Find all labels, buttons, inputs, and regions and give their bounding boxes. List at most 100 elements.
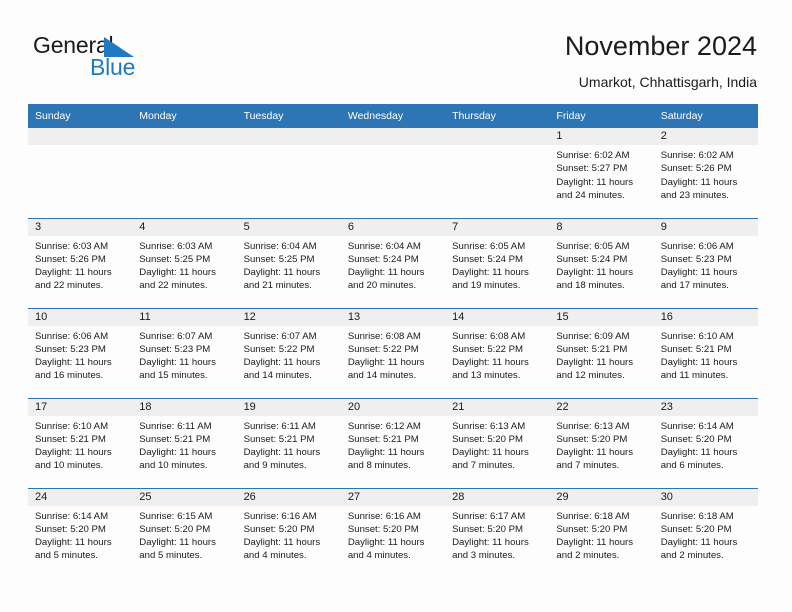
calendar-day-cell[interactable]: 8 Sunrise: 6:05 AM Sunset: 5:24 PM Daylight…	[549, 217, 654, 308]
daylight-text: Daylight: 11 hours and 10 minutes.	[139, 447, 216, 472]
calendar-day-cell[interactable]: 13 Sunrise: 6:08 AM Sunset: 5:22 PM Dayligh…	[340, 307, 446, 398]
day-number	[28, 128, 133, 145]
calendar-day-cell-empty	[340, 128, 446, 218]
sunset-text: Sunset: 5:20 PM	[660, 433, 732, 445]
day-number	[132, 128, 237, 145]
sunset-text: Sunset: 5:21 PM	[347, 433, 419, 445]
calendar-day-cell[interactable]: 29 Sunrise: 6:18 AM Sunset: 5:20 PM Dayligh…	[549, 487, 654, 578]
sunrise-text: Sunrise: 6:14 AM	[35, 510, 109, 522]
weekday-header-saturday: Saturday	[653, 104, 758, 128]
title-block: November 2024 Umarkot, Chhattisgarh, Ind…	[565, 30, 757, 92]
day-details: Sunrise: 6:10 AM Sunset: 5:21 PM Daylight:…	[28, 416, 132, 473]
calendar-day-cell[interactable]: 22 Sunrise: 6:13 AM Sunset: 5:20 PM Dayligh…	[549, 397, 654, 488]
sunrise-text: Sunrise: 6:03 AM	[35, 240, 109, 252]
brand-name-blue: Blue	[90, 54, 136, 80]
day-details: Sunrise: 6:16 AM Sunset: 5:20 PM Daylight:…	[341, 506, 445, 563]
sunset-text: Sunset: 5:22 PM	[347, 343, 419, 355]
weekday-header-friday: Friday	[549, 104, 654, 128]
calendar-day-cell[interactable]: 20 Sunrise: 6:12 AM Sunset: 5:21 PM Dayligh…	[340, 397, 446, 488]
sunset-text: Sunset: 5:27 PM	[556, 163, 628, 175]
calendar-day-cell[interactable]: 12 Sunrise: 6:07 AM Sunset: 5:22 PM Dayligh…	[236, 307, 341, 398]
day-details: Sunrise: 6:08 AM Sunset: 5:22 PM Daylight:…	[445, 326, 549, 383]
day-details: Sunrise: 6:18 AM Sunset: 5:20 PM Daylight:…	[654, 506, 758, 563]
sunset-text: Sunset: 5:22 PM	[452, 343, 524, 355]
calendar-day-cell[interactable]: 2 Sunrise: 6:02 AM Sunset: 5:26 PM Daylight…	[653, 128, 758, 218]
calendar-day-cell[interactable]: 4 Sunrise: 6:03 AM Sunset: 5:25 PM Daylight…	[132, 217, 237, 308]
weekday-header-sunday: Sunday	[28, 104, 133, 128]
daylight-text: Daylight: 11 hours and 19 minutes.	[452, 267, 529, 292]
calendar-day-cell[interactable]: 21 Sunrise: 6:13 AM Sunset: 5:20 PM Dayligh…	[445, 397, 550, 488]
sunset-text: Sunset: 5:20 PM	[347, 523, 419, 535]
calendar-day-cell[interactable]: 1 Sunrise: 6:02 AM Sunset: 5:27 PM Daylight…	[549, 128, 654, 218]
sunrise-text: Sunrise: 6:02 AM	[556, 150, 630, 161]
calendar-day-cell[interactable]: 30 Sunrise: 6:18 AM Sunset: 5:20 PM Dayligh…	[653, 487, 758, 578]
calendar-day-cell[interactable]: 25 Sunrise: 6:15 AM Sunset: 5:20 PM Dayligh…	[132, 487, 237, 578]
calendar-day-cell[interactable]: 14 Sunrise: 6:08 AM Sunset: 5:22 PM Dayligh…	[445, 307, 550, 398]
day-number: 29	[549, 488, 654, 506]
day-number: 2	[653, 128, 758, 145]
calendar-week-row: 24 Sunrise: 6:14 AM Sunset: 5:20 PM Dayligh…	[28, 487, 758, 578]
calendar-day-cell[interactable]: 23 Sunrise: 6:14 AM Sunset: 5:20 PM Dayligh…	[653, 397, 758, 488]
day-details: Sunrise: 6:18 AM Sunset: 5:20 PM Daylight:…	[549, 506, 653, 563]
calendar-day-cell[interactable]: 18 Sunrise: 6:11 AM Sunset: 5:21 PM Dayligh…	[132, 397, 237, 488]
daylight-text: Daylight: 11 hours and 7 minutes.	[556, 447, 634, 472]
sunset-text: Sunset: 5:20 PM	[243, 523, 315, 535]
calendar-day-cell[interactable]: 10 Sunrise: 6:06 AM Sunset: 5:23 PM Dayligh…	[28, 307, 133, 398]
sunrise-text: Sunrise: 6:07 AM	[243, 330, 317, 342]
calendar-day-cell[interactable]: 24 Sunrise: 6:14 AM Sunset: 5:20 PM Dayligh…	[28, 487, 133, 578]
day-details: Sunrise: 6:06 AM Sunset: 5:23 PM Daylight:…	[28, 326, 132, 383]
sunrise-text: Sunrise: 6:03 AM	[139, 240, 213, 252]
sunset-text: Sunset: 5:20 PM	[660, 523, 732, 535]
day-details: Sunrise: 6:04 AM Sunset: 5:25 PM Daylight:…	[237, 236, 341, 293]
daylight-text: Daylight: 11 hours and 23 minutes.	[660, 176, 738, 201]
calendar-day-cell[interactable]: 5 Sunrise: 6:04 AM Sunset: 5:25 PM Daylight…	[236, 217, 341, 308]
daylight-text: Daylight: 11 hours and 18 minutes.	[556, 267, 634, 292]
sunrise-text: Sunrise: 6:04 AM	[347, 240, 421, 252]
sunset-text: Sunset: 5:24 PM	[452, 253, 524, 265]
sunrise-text: Sunrise: 6:16 AM	[347, 510, 421, 522]
day-number: 16	[653, 308, 758, 326]
sunset-text: Sunset: 5:26 PM	[35, 253, 106, 265]
daylight-text: Daylight: 11 hours and 17 minutes.	[660, 267, 738, 292]
calendar-week-row: 10 Sunrise: 6:06 AM Sunset: 5:23 PM Dayligh…	[28, 307, 758, 398]
sunset-text: Sunset: 5:20 PM	[139, 523, 211, 535]
sunrise-text: Sunrise: 6:08 AM	[347, 330, 421, 342]
day-number: 30	[653, 488, 758, 506]
sunrise-text: Sunrise: 6:16 AM	[243, 510, 317, 522]
day-number: 23	[653, 398, 758, 416]
calendar-day-cell[interactable]: 11 Sunrise: 6:07 AM Sunset: 5:23 PM Dayligh…	[132, 307, 237, 398]
calendar-day-cell[interactable]: 16 Sunrise: 6:10 AM Sunset: 5:21 PM Dayligh…	[653, 307, 758, 398]
day-details: Sunrise: 6:05 AM Sunset: 5:24 PM Daylight:…	[549, 236, 653, 293]
calendar-day-cell[interactable]: 9 Sunrise: 6:06 AM Sunset: 5:23 PM Daylight…	[653, 217, 758, 308]
day-number: 5	[236, 218, 341, 236]
calendar-day-cell[interactable]: 28 Sunrise: 6:17 AM Sunset: 5:20 PM Dayligh…	[445, 487, 550, 578]
calendar-day-cell[interactable]: 17 Sunrise: 6:10 AM Sunset: 5:21 PM Dayligh…	[28, 397, 133, 488]
daylight-text: Daylight: 11 hours and 4 minutes.	[347, 537, 425, 562]
daylight-text: Daylight: 11 hours and 10 minutes.	[35, 447, 112, 472]
day-details: Sunrise: 6:16 AM Sunset: 5:20 PM Daylight:…	[237, 506, 341, 563]
day-details: Sunrise: 6:03 AM Sunset: 5:25 PM Daylight:…	[132, 236, 236, 293]
calendar-day-cell[interactable]: 3 Sunrise: 6:03 AM Sunset: 5:26 PM Daylight…	[28, 217, 133, 308]
calendar-day-cell-empty	[236, 128, 341, 218]
sunrise-text: Sunrise: 6:06 AM	[35, 330, 109, 342]
calendar-day-cell[interactable]: 26 Sunrise: 6:16 AM Sunset: 5:20 PM Dayligh…	[236, 487, 341, 578]
daylight-text: Daylight: 11 hours and 9 minutes.	[243, 447, 321, 472]
day-details: Sunrise: 6:03 AM Sunset: 5:26 PM Daylight:…	[28, 236, 132, 293]
sunset-text: Sunset: 5:21 PM	[243, 433, 315, 445]
sunrise-text: Sunrise: 6:12 AM	[347, 420, 421, 432]
calendar-day-cell[interactable]: 6 Sunrise: 6:04 AM Sunset: 5:24 PM Daylight…	[340, 217, 446, 308]
calendar-day-cell[interactable]: 19 Sunrise: 6:11 AM Sunset: 5:21 PM Dayligh…	[236, 397, 341, 488]
day-number: 20	[340, 398, 446, 416]
calendar-day-cell[interactable]: 27 Sunrise: 6:16 AM Sunset: 5:20 PM Dayligh…	[340, 487, 446, 578]
calendar-day-cell[interactable]: 15 Sunrise: 6:09 AM Sunset: 5:21 PM Dayligh…	[549, 307, 654, 398]
sunrise-text: Sunrise: 6:09 AM	[556, 330, 630, 342]
page-title: November 2024	[564, 31, 757, 61]
calendar-body: 1 Sunrise: 6:02 AM Sunset: 5:27 PM Daylight…	[28, 128, 758, 578]
day-number: 19	[236, 398, 341, 416]
brand-logo[interactable]: General Blue	[33, 33, 223, 85]
calendar-day-cell[interactable]: 7 Sunrise: 6:05 AM Sunset: 5:24 PM Daylight…	[445, 217, 550, 308]
day-details: Sunrise: 6:10 AM Sunset: 5:21 PM Daylight:…	[654, 326, 758, 383]
sunset-text: Sunset: 5:20 PM	[556, 523, 628, 535]
page-header: General Blue November 2024 Umarkot, Chha…	[0, 0, 792, 96]
daylight-text: Daylight: 11 hours and 7 minutes.	[452, 447, 529, 472]
